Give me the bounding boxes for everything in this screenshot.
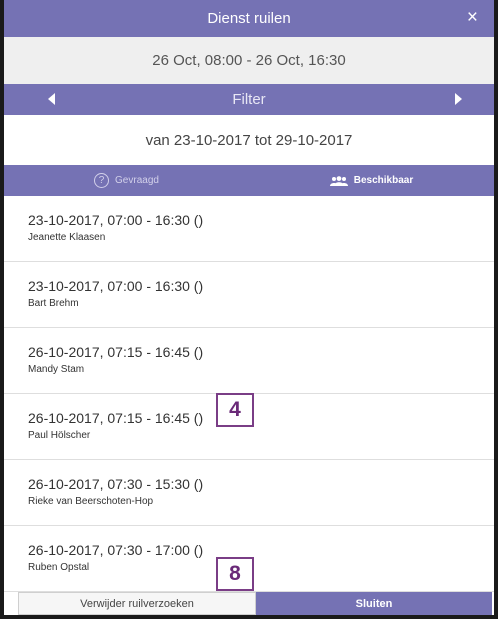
tab-beschikbaar[interactable]: Beschikbaar: [249, 165, 494, 196]
employee-name: Bart Brehm: [28, 298, 79, 309]
tab-label: Beschikbaar: [353, 175, 414, 186]
shift-time: 26-10-2017, 07:30 - 17:00 (): [28, 542, 204, 558]
filter-bar: Filter: [4, 84, 494, 115]
shift-time: 26-10-2017, 07:15 - 16:45 (): [28, 410, 204, 426]
list-item[interactable]: 23-10-2017, 07:00 - 16:30 () Bart Brehm: [4, 262, 494, 328]
shift-time: 23-10-2017, 07:00 - 16:30 (): [28, 278, 204, 294]
filter-label[interactable]: Filter: [232, 91, 265, 108]
tab-bar: ? Gevraagd Beschikbaar: [4, 165, 494, 196]
dialog-footer: Verwijder ruilverzoeken Sluiten: [18, 592, 492, 615]
list-item[interactable]: 23-10-2017, 07:00 - 16:30 () Jeanette Kl…: [4, 196, 494, 262]
dialog-title: Dienst ruilen: [207, 10, 291, 27]
employee-name: Jeanette Klaasen: [28, 232, 106, 243]
employee-name: Paul Hölscher: [28, 430, 91, 441]
period-range: van 23-10-2017 tot 29-10-2017: [4, 115, 494, 165]
chevron-left-icon[interactable]: [48, 93, 55, 105]
remove-swap-requests-button[interactable]: Verwijder ruilverzoeken: [18, 592, 256, 615]
employee-name: Rieke van Beerschoten-Hop: [28, 496, 154, 507]
tab-gevraagd[interactable]: ? Gevraagd: [4, 165, 249, 196]
employee-name: Ruben Opstal: [28, 562, 90, 573]
annotation-badge: 4: [216, 393, 254, 427]
dialog-header: Dienst ruilen ×: [4, 0, 494, 37]
shift-time: 26-10-2017, 07:15 - 16:45 (): [28, 344, 204, 360]
employee-name: Mandy Stam: [28, 364, 85, 375]
chevron-right-icon[interactable]: [455, 93, 462, 105]
question-circle-icon: ?: [94, 173, 110, 188]
tab-label: Gevraagd: [115, 175, 159, 186]
close-button[interactable]: Sluiten: [256, 592, 492, 615]
close-icon[interactable]: ×: [467, 7, 478, 29]
shift-time: 23-10-2017, 07:00 - 16:30 (): [28, 212, 204, 228]
shift-range: 26 Oct, 08:00 - 26 Oct, 16:30: [4, 37, 494, 84]
annotation-badge: 8: [216, 557, 254, 591]
shift-time: 26-10-2017, 07:30 - 15:30 (): [28, 476, 204, 492]
list-item[interactable]: 26-10-2017, 07:15 - 16:45 () Mandy Stam: [4, 328, 494, 394]
users-icon: [329, 175, 348, 186]
list-item[interactable]: 26-10-2017, 07:30 - 15:30 () Rieke van B…: [4, 460, 494, 526]
